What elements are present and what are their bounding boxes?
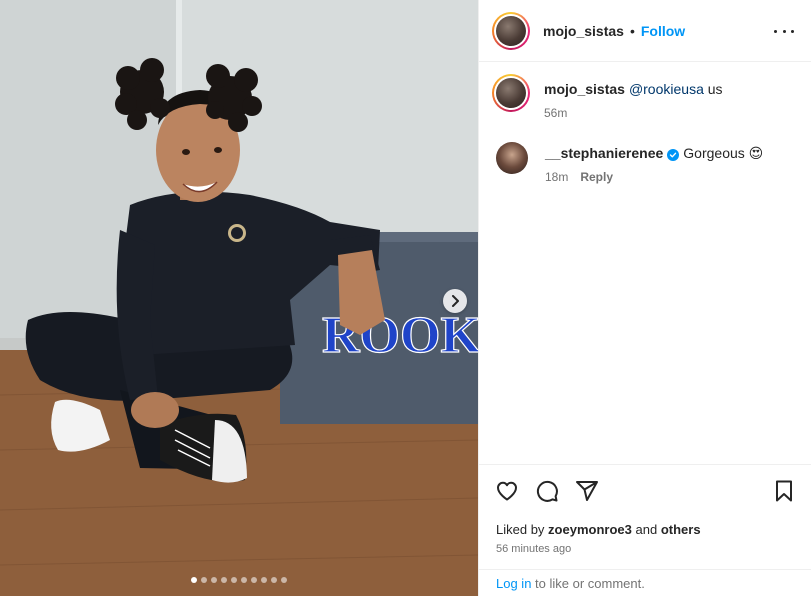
login-rest: to like or comment. <box>531 576 645 591</box>
caption: mojo_sistas @rookieusa us 56m <box>492 74 723 120</box>
more-horizontal-icon <box>774 29 777 33</box>
caption-username[interactable]: mojo_sistas <box>544 81 625 97</box>
carousel-dot <box>201 577 207 583</box>
post-timestamp: 56 minutes ago <box>496 543 572 555</box>
login-link[interactable]: Log in <box>496 576 531 591</box>
caption-time: 56m <box>544 106 568 120</box>
comment-text: Gorgeous <box>683 145 745 161</box>
comment-item: __stephanierenee Gorgeous 😍 18m Reply <box>492 142 763 184</box>
comment-time: 18m <box>545 170 569 184</box>
caption-avatar[interactable] <box>492 74 530 112</box>
post-image: ROOKI <box>0 0 478 596</box>
carousel-dot <box>261 577 267 583</box>
liked-by-others[interactable]: others <box>661 522 701 537</box>
post-photo[interactable]: ROOKI <box>0 0 478 596</box>
separator-dot: • <box>629 22 635 39</box>
carousel-next-button[interactable] <box>443 289 467 313</box>
more-options-button[interactable] <box>774 22 794 40</box>
liked-by-and: and <box>635 522 658 537</box>
reply-button[interactable]: Reply <box>580 170 613 184</box>
login-prompt: Log in to like or comment. <box>479 569 811 596</box>
comment-emoji: 😍 <box>748 145 764 161</box>
chevron-right-icon <box>452 295 459 307</box>
comment-icon[interactable] <box>535 479 559 503</box>
heart-icon[interactable] <box>495 479 519 503</box>
bookmark-icon[interactable] <box>772 479 796 503</box>
post-actions: Liked by zoeymonroe3 and others 56 minut… <box>479 464 811 596</box>
carousel-dot <box>281 577 287 583</box>
author-avatar[interactable] <box>492 11 530 50</box>
carousel-dot <box>241 577 247 583</box>
caption-text: us <box>703 81 723 97</box>
carousel-dot <box>191 577 197 583</box>
author-username[interactable]: mojo_sistas <box>543 23 624 39</box>
share-icon[interactable] <box>575 479 599 503</box>
follow-button[interactable]: Follow <box>641 23 685 39</box>
liked-by-user[interactable]: zoeymonroe3 <box>548 522 632 537</box>
commenter-avatar[interactable] <box>496 142 528 174</box>
carousel-dot <box>211 577 217 583</box>
commenter-username[interactable]: __stephanierenee <box>545 145 663 161</box>
likes-summary: Liked by zoeymonroe3 and others <box>496 522 701 537</box>
verified-badge-icon <box>667 149 680 161</box>
carousel-dot <box>271 577 277 583</box>
carousel-dot <box>221 577 227 583</box>
liked-by-prefix: Liked by <box>496 522 545 537</box>
carousel-indicator <box>0 577 478 583</box>
comments-panel: mojo_sistas • Follow mojo_sistas @rookieu… <box>478 0 811 596</box>
carousel-dot <box>231 577 237 583</box>
post-header: mojo_sistas • Follow <box>479 0 811 62</box>
caption-mention[interactable]: @rookieusa <box>629 81 704 97</box>
carousel-dot <box>251 577 257 583</box>
